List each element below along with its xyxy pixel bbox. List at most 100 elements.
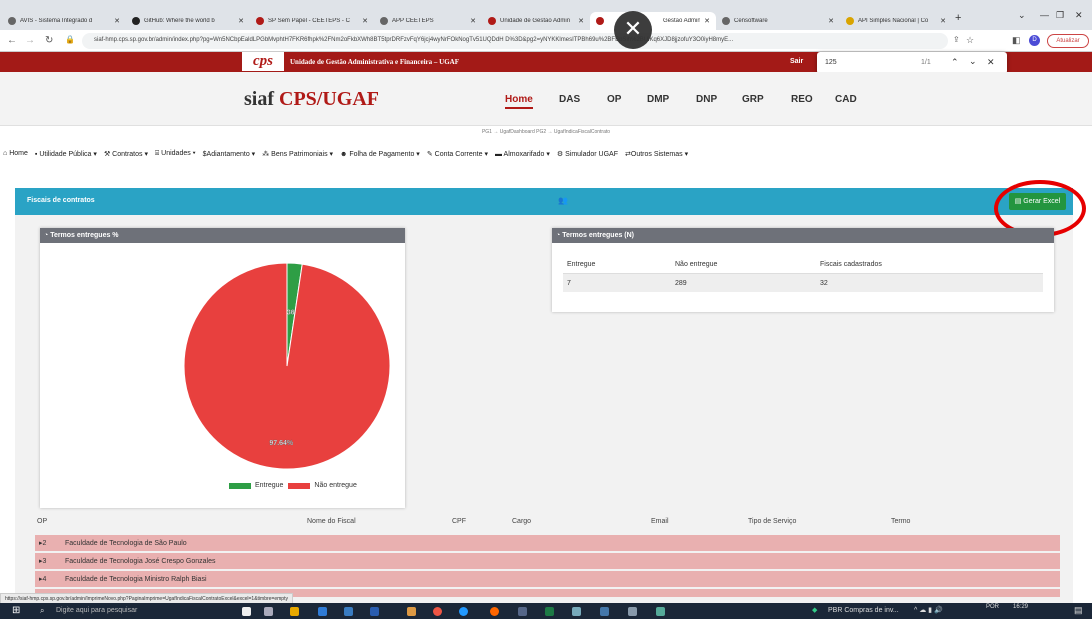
- windows-start-icon[interactable]: ⊞: [12, 605, 20, 616]
- nav-dmp[interactable]: DMP: [647, 94, 669, 105]
- menu-simulador-ugaf[interactable]: ⚙ Simulador UGAF: [557, 150, 618, 166]
- box-icon: ▬: [494, 151, 504, 158]
- close-tab-icon[interactable]: ✕: [578, 17, 584, 25]
- clock[interactable]: 16:29: [1013, 604, 1028, 610]
- firefox-icon[interactable]: [490, 607, 499, 616]
- nav-op[interactable]: OP: [607, 94, 621, 105]
- find-prev-icon[interactable]: ⌃: [951, 57, 959, 68]
- nav-dnp[interactable]: DNP: [696, 94, 717, 105]
- file-explorer-icon[interactable]: [290, 607, 299, 616]
- count-card-header: ◔ Termos entregues (N): [552, 228, 1054, 243]
- taskbar-app-icon[interactable]: [600, 607, 609, 616]
- close-tab-icon[interactable]: ✕: [940, 17, 946, 25]
- globe-icon: [722, 17, 730, 25]
- close-tab-icon[interactable]: ✕: [704, 17, 710, 25]
- browser-tab[interactable]: GitHub: Where the world b ✕: [126, 12, 250, 30]
- find-input[interactable]: 125: [825, 59, 837, 66]
- close-tab-icon[interactable]: ✕: [362, 17, 368, 25]
- panel-title: Fiscais de contratos: [27, 197, 95, 204]
- menu-bens-patrimoniais[interactable]: ⁂ Bens Patrimoniais ▾: [262, 150, 333, 166]
- find-close-icon[interactable]: ✕: [987, 57, 995, 68]
- logout-link[interactable]: Sair: [790, 58, 803, 65]
- taskbar-app-icon[interactable]: [407, 607, 416, 616]
- api-icon: [846, 17, 854, 25]
- news-widget[interactable]: PBR Compras de inv...: [828, 607, 899, 614]
- menu-unidades[interactable]: ⌸ Unidades ▾: [155, 150, 196, 166]
- legend-swatch-entregue: [229, 482, 251, 489]
- table-row[interactable]: ▸4 Faculdade de Tecnologia Ministro Ralph…: [35, 571, 1060, 587]
- word-icon[interactable]: [370, 607, 379, 616]
- lock-icon[interactable]: 🔒: [65, 35, 75, 44]
- close-window-icon[interactable]: ✕: [1075, 10, 1083, 21]
- browser-tab[interactable]: Unidade de Gestão Admin ✕: [482, 12, 590, 30]
- task-view-icon[interactable]: [242, 607, 251, 616]
- menu-contratos[interactable]: ⚒ Contratos ▾: [104, 150, 148, 166]
- excel-icon[interactable]: [545, 607, 554, 616]
- taskbar-app-icon[interactable]: [318, 607, 327, 616]
- site-logo[interactable]: siaf CPS/UGAF: [244, 88, 379, 111]
- find-next-icon[interactable]: ⌄: [969, 56, 977, 67]
- browser-tab[interactable]: APP CEETEPS ✕: [374, 12, 482, 30]
- menu-home[interactable]: ⌂ Home: [3, 150, 28, 166]
- back-icon[interactable]: ←: [7, 35, 17, 46]
- nav-home[interactable]: Home: [505, 94, 533, 109]
- taskbar-search-input[interactable]: Digite aqui para pesquisar: [56, 607, 137, 614]
- taskbar-app-icon[interactable]: [628, 607, 637, 616]
- nav-das[interactable]: DAS: [559, 94, 580, 105]
- reload-icon[interactable]: ↻: [45, 35, 53, 46]
- cps-logo: cps: [242, 52, 284, 71]
- new-tab-button[interactable]: +: [955, 12, 961, 24]
- site-nav: [0, 72, 1092, 126]
- taskbar-app-icon[interactable]: [264, 607, 273, 616]
- close-tab-icon[interactable]: ✕: [828, 17, 834, 25]
- menu-conta-corrente[interactable]: ✎ Conta Corrente ▾: [427, 150, 488, 166]
- nav-grp[interactable]: GRP: [742, 94, 764, 105]
- close-overlay-button[interactable]: ✕: [614, 11, 652, 49]
- table-row[interactable]: ▸2 Faculdade de Tecnologia de São Paulo: [35, 535, 1060, 551]
- close-tab-icon[interactable]: ✕: [114, 17, 120, 25]
- menu-almoxarifado[interactable]: ▬ Almoxarifado ▾: [495, 150, 550, 166]
- profile-avatar[interactable]: D: [1029, 35, 1040, 46]
- pie-chart: 2.36%97.64%: [183, 262, 391, 470]
- tray-icons[interactable]: ^ ☁ ▮ 🔊: [914, 606, 943, 614]
- language-indicator[interactable]: POR: [986, 604, 999, 610]
- pie-slice-n-o-entregue[interactable]: [183, 262, 391, 470]
- nav-cad[interactable]: CAD: [835, 94, 857, 105]
- sidepanel-icon[interactable]: ◧: [1012, 35, 1021, 46]
- browser-tab[interactable]: Censoftware ✕: [716, 12, 840, 30]
- taskbar-app-icon[interactable]: [518, 607, 527, 616]
- find-bar: 125 1/1 ⌃ ⌄ ✕: [817, 52, 1007, 74]
- edge-icon[interactable]: [459, 607, 468, 616]
- notifications-icon[interactable]: ▤: [1074, 605, 1083, 616]
- close-tab-icon[interactable]: ✕: [470, 17, 476, 25]
- taskbar-app-icon[interactable]: [572, 607, 581, 616]
- update-button[interactable]: Atualizar: [1047, 34, 1089, 48]
- browser-tab-active[interactable]: Gestão Admin ✕: [590, 12, 716, 30]
- pen-icon: ✎: [426, 151, 435, 158]
- taskbar-app-icon[interactable]: [656, 607, 665, 616]
- sp-icon: [488, 17, 496, 25]
- menu-adiantamento[interactable]: $Adiantamento ▾: [203, 150, 256, 166]
- forward-icon[interactable]: →: [25, 35, 35, 46]
- menu-folha-de-pagamento[interactable]: ☻ Folha de Pagamento ▾: [340, 150, 420, 166]
- count-table: Entregue Não entregue Fiscais cadastrado…: [563, 256, 1043, 292]
- nav-reo[interactable]: REO: [791, 94, 813, 105]
- star-icon[interactable]: ☆: [966, 35, 974, 46]
- browser-tab[interactable]: SP Sem Papel - CEETEPS - C ✕: [250, 12, 374, 30]
- table-row[interactable]: ▸3 Faculdade de Tecnologia José Crespo Go…: [35, 553, 1060, 569]
- close-tab-icon[interactable]: ✕: [238, 17, 244, 25]
- panel-header: [15, 188, 1073, 215]
- chevron-down-icon[interactable]: ⌄: [1018, 10, 1026, 21]
- menu-utilidade-publica[interactable]: ▪ Utilidade Pública ▾: [35, 150, 97, 166]
- minimize-icon[interactable]: —: [1040, 10, 1049, 20]
- share-icon[interactable]: ⇪: [953, 35, 960, 44]
- menu-outros-sistemas[interactable]: ⇄Outros Sistemas ▾: [625, 150, 688, 166]
- legend-swatch-nao-entregue: [288, 482, 311, 489]
- restore-icon[interactable]: ❐: [1056, 10, 1064, 21]
- chrome-icon[interactable]: [433, 607, 442, 616]
- browser-tab[interactable]: AVIS - Sistema Integrado d ✕: [2, 12, 126, 30]
- browser-tab[interactable]: API Simples Nacional | Co ✕: [840, 12, 952, 30]
- taskbar-app-icon[interactable]: [344, 607, 353, 616]
- url-input[interactable]: siaf-hmp.cps.sp.gov.br/admin/index.php?p…: [82, 33, 948, 49]
- legend-entregue: Entregue: [255, 482, 284, 489]
